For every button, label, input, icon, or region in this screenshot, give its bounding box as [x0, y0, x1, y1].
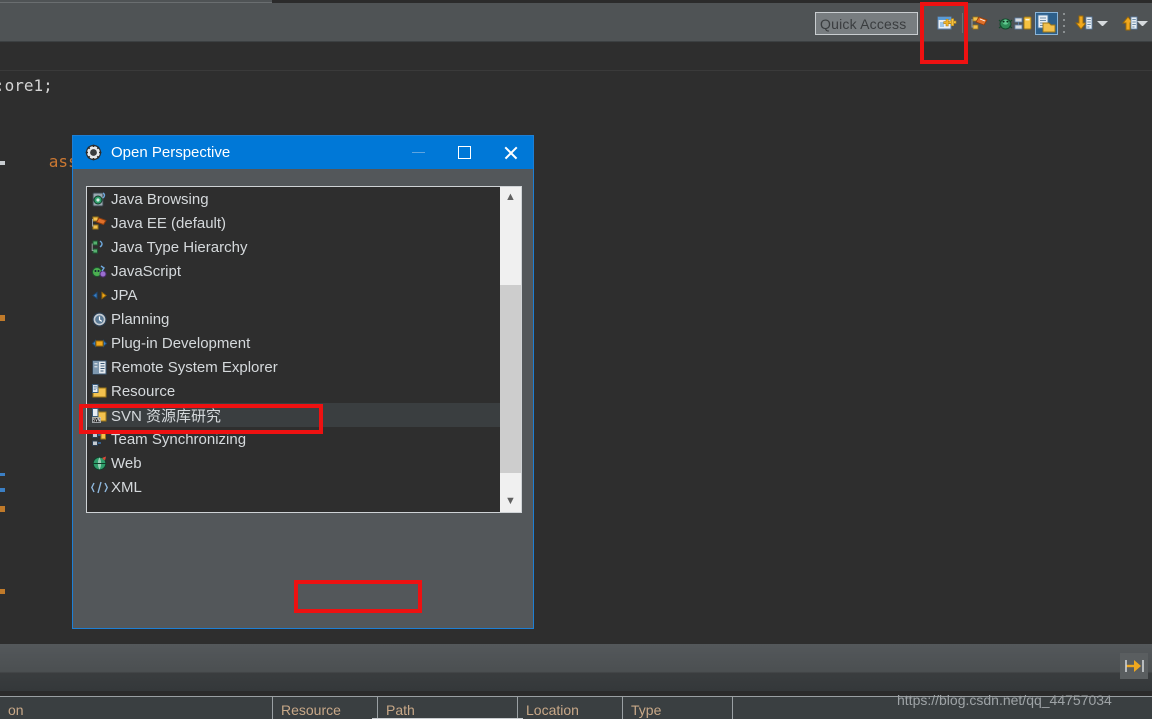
perspective-list-item[interactable]: Java EE (default)	[87, 211, 500, 235]
dialog-title: Open Perspective	[111, 144, 231, 161]
quick-access-input[interactable]: Quick Access	[815, 12, 918, 35]
perspective-list-item[interactable]: Plug-in Development	[87, 331, 500, 355]
java-browsing-icon	[91, 191, 108, 208]
perspective-list-item-label: Web	[111, 454, 142, 472]
perspective-list-item-label: Java Type Hierarchy	[111, 238, 248, 256]
editor-overview-ruler	[0, 43, 1152, 71]
scroll-up-arrow-icon[interactable]: ▲	[500, 187, 521, 208]
perspective-list-item-label: Planning	[111, 310, 170, 328]
xml-icon	[91, 479, 108, 496]
export-dropdown-caret-icon[interactable]	[1137, 19, 1148, 28]
open-button-highlight	[294, 580, 422, 613]
table-col-description[interactable]: on	[0, 697, 272, 719]
open-perspective-dialog: Open Perspective Java Browsing Java EE (d…	[72, 135, 534, 719]
main-toolbar: Quick Access	[0, 3, 1152, 42]
dialog-window-buttons	[395, 136, 533, 169]
table-col-resource[interactable]: Resource	[272, 697, 377, 719]
table-col-type[interactable]: Type	[622, 697, 732, 719]
new-server-icon[interactable]	[1013, 13, 1034, 34]
web-icon	[91, 455, 108, 472]
watermark-text: https://blog.csdn.net/qq_44757034	[897, 692, 1112, 708]
perspective-list-item-label: JavaScript	[111, 262, 182, 280]
dialog-close-button[interactable]	[487, 136, 533, 169]
perspective-list-item-label: XML	[111, 478, 142, 496]
dialog-minimize-button[interactable]	[395, 136, 441, 169]
remote-system-icon	[91, 359, 108, 376]
import-arrow-down-icon[interactable]	[1073, 13, 1094, 34]
planning-icon	[91, 311, 108, 328]
dialog-maximize-button[interactable]	[441, 136, 487, 169]
perspective-list-container: Java Browsing Java EE (default) Java Type …	[86, 186, 522, 513]
table-col-location[interactable]: Location	[517, 697, 622, 719]
scroll-down-arrow-icon[interactable]: ▼	[500, 491, 521, 512]
perspective-list-item[interactable]: Java Type Hierarchy	[87, 235, 500, 259]
type-hierarchy-icon	[91, 239, 108, 256]
quick-access-placeholder: Quick Access	[820, 15, 907, 32]
java-ee-icon	[91, 215, 108, 232]
table-col-path[interactable]: Path	[377, 697, 517, 719]
perspective-list-item[interactable]: Remote System Explorer	[87, 355, 500, 379]
new-java-ee-icon[interactable]	[969, 13, 990, 34]
scrollbar-thumb[interactable]	[500, 285, 521, 473]
svn-list-item-highlight	[79, 404, 323, 434]
perspective-list-item-label: Java Browsing	[111, 190, 209, 208]
perspective-gear-icon	[85, 144, 102, 161]
export-arrow-up-icon[interactable]	[1118, 13, 1139, 34]
perspective-list-item-label: JPA	[111, 286, 138, 304]
code-line-1: :ore1;	[0, 76, 53, 95]
perspective-list-item-label: Java EE (default)	[111, 214, 227, 232]
resource-icon	[91, 383, 108, 400]
perspective-list-item-label: Remote System Explorer	[111, 358, 278, 376]
plugin-dev-icon	[91, 335, 108, 352]
dialog-title-bar[interactable]: Open Perspective	[73, 136, 533, 169]
perspective-list-item[interactable]: Java Browsing	[87, 187, 500, 211]
toolbar-drag-handle-2[interactable]	[1063, 13, 1066, 34]
perspective-list-item[interactable]: JavaScript	[87, 259, 500, 283]
perspective-list-scrollbar[interactable]: ▲ ▼	[500, 187, 521, 512]
bottom-view-panel	[0, 644, 1152, 691]
perspective-list[interactable]: Java Browsing Java EE (default) Java Type …	[87, 187, 500, 512]
perspective-list-item[interactable]: Resource	[87, 379, 500, 403]
open-perspective-icon[interactable]	[1035, 12, 1058, 35]
perspective-list-item-label: Resource	[111, 382, 176, 400]
perspective-list-item[interactable]: Web	[87, 451, 500, 475]
import-dropdown-caret-icon[interactable]	[1097, 19, 1108, 28]
perspective-list-item-label: Plug-in Development	[111, 334, 251, 352]
perspective-list-item[interactable]: JPA	[87, 283, 500, 307]
toolbar-open-perspective-highlight	[920, 2, 968, 64]
screen-root: Quick Access:ore1; ass on Resource Path…	[0, 0, 1152, 719]
perspective-list-item[interactable]: XML	[87, 475, 500, 499]
restore-view-arrow-icon[interactable]	[1120, 653, 1148, 679]
jpa-icon	[91, 287, 108, 304]
javascript-icon	[91, 263, 108, 280]
perspective-list-item[interactable]: Planning	[87, 307, 500, 331]
